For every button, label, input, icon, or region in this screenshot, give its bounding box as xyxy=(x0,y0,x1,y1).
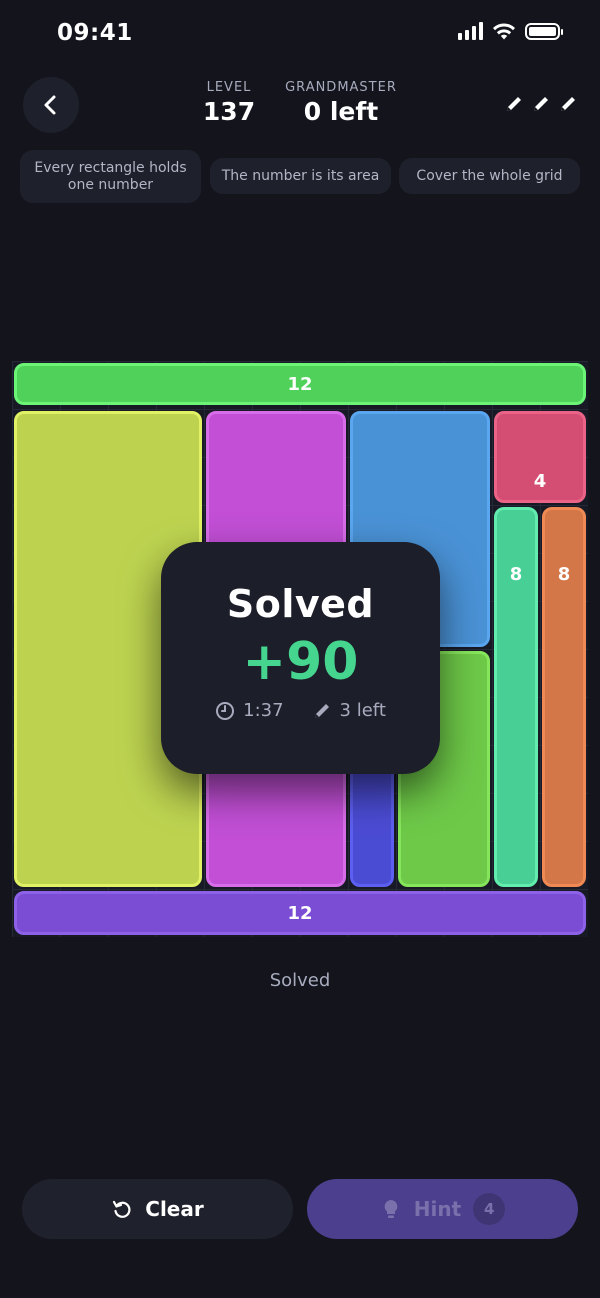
grandmaster-label: GRANDMASTER xyxy=(285,80,397,95)
chevron-left-icon xyxy=(44,95,56,115)
status-time: 09:41 xyxy=(57,20,133,46)
back-button[interactable] xyxy=(23,77,79,133)
grandmaster-stat: GRANDMASTER 0 left xyxy=(280,80,402,126)
status-icons xyxy=(458,22,563,40)
level-stat: LEVEL 137 xyxy=(200,80,258,126)
pencil-icon xyxy=(561,97,575,111)
modal-meta: 1:37 3 left xyxy=(161,700,440,721)
pencil-icon xyxy=(534,97,548,111)
rule-chip-area: The number is its area xyxy=(210,158,391,194)
undo-icon xyxy=(113,1200,131,1218)
hint-label: Hint xyxy=(413,1197,462,1221)
clear-button[interactable]: Clear xyxy=(22,1179,293,1239)
hint-button[interactable]: Hint 4 xyxy=(307,1179,578,1239)
rectangle-top[interactable]: 12 xyxy=(14,363,586,405)
grandmaster-value: 0 left xyxy=(303,97,379,126)
rectangle-red[interactable]: 4 xyxy=(494,411,586,503)
lightbulb-icon xyxy=(384,1200,398,1218)
modal-time: 1:37 xyxy=(243,700,284,721)
pencils-remaining xyxy=(504,94,578,114)
rectangle-bottom[interactable]: 12 xyxy=(14,891,586,935)
rule-chip-cover-grid: Cover the whole grid xyxy=(399,158,580,194)
solved-status-text: Solved xyxy=(269,970,331,991)
pencil-icon xyxy=(314,703,329,718)
pencil-icon xyxy=(507,97,521,111)
modal-title: Solved xyxy=(226,582,375,626)
modal-pencils-left: 3 left xyxy=(339,700,386,721)
wifi-icon xyxy=(493,23,515,40)
rectangle-teal[interactable]: 8 xyxy=(494,507,538,887)
level-value: 137 xyxy=(202,97,256,126)
modal-score: +90 xyxy=(242,632,359,692)
battery-icon xyxy=(525,22,563,40)
rule-chip-one-number: Every rectangle holds one number xyxy=(20,150,201,203)
level-label: LEVEL xyxy=(206,80,252,95)
clock-icon xyxy=(216,701,235,720)
signal-icon xyxy=(458,22,483,40)
rectangle-orange[interactable]: 8 xyxy=(542,507,586,887)
solved-modal: Solved +90 1:37 3 left xyxy=(161,542,440,774)
clear-label: Clear xyxy=(145,1197,204,1221)
hint-count-badge: 4 xyxy=(473,1193,506,1225)
